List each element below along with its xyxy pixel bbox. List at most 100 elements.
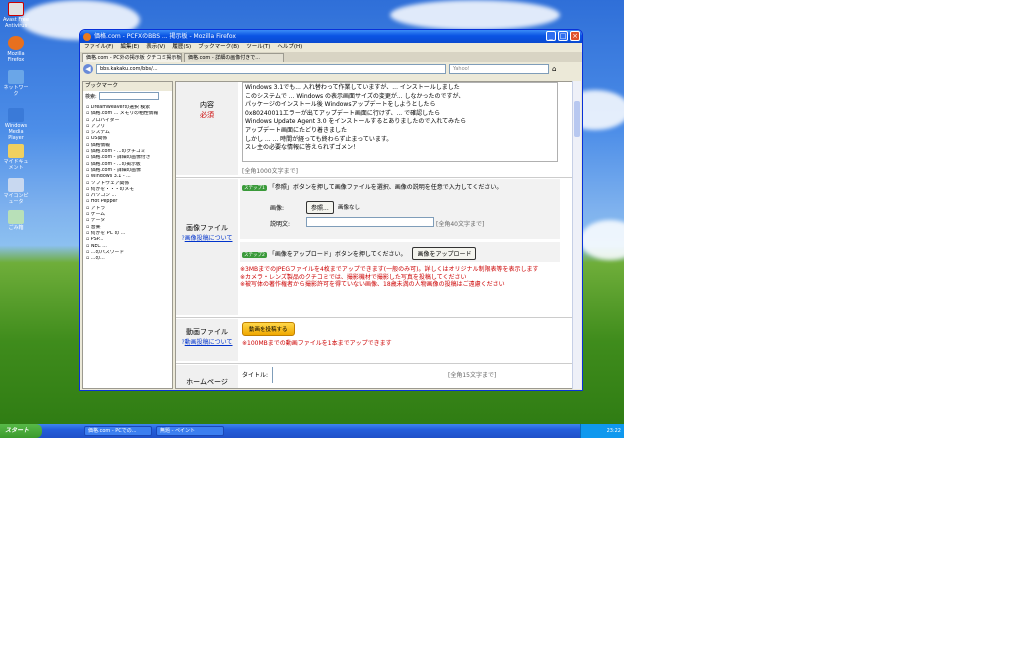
system-tray: 23:22 — [580, 424, 624, 438]
desktop-icon-avast[interactable]: Avast Free Antivirus — [2, 2, 30, 29]
upload-warnings: ※3MBまでのJPEGファイルを4枚までアップできます(一般のみ可)。詳しくはオ… — [240, 266, 562, 289]
browse-button[interactable]: 参照... — [306, 201, 334, 214]
homepage-title-input[interactable] — [272, 367, 448, 383]
desktop-screenshot: Avast Free Antivirus Mozilla Firefox ネット… — [0, 0, 624, 438]
warning-text: ※被写体の著作権者から撮影許可を得ていない画像、18歳未満の人物画像の投稿はご遠… — [240, 281, 505, 288]
menu-history[interactable]: 履歴(S) — [172, 43, 191, 52]
maximize-button[interactable]: □ — [558, 31, 568, 41]
video-note: ※100MBまでの動画ファイルを1本までアップできます — [242, 340, 392, 347]
firefox-icon — [83, 33, 91, 41]
video-help-link[interactable]: 動画投稿について — [185, 339, 233, 346]
menu-view[interactable]: 表示(V) — [146, 43, 165, 52]
close-button[interactable]: × — [570, 31, 580, 41]
desktop-icon-my-documents[interactable]: マイドキュメント — [2, 144, 30, 171]
step2-box: ステップ2 「画像をアップロード」ボタンを押してください。 画像をアップロード — [240, 242, 560, 262]
clock: 23:22 — [606, 428, 621, 434]
sidebar-search: 検索: — [83, 91, 172, 101]
file-status: 画像なし — [338, 205, 361, 211]
desktop-icon-label: Avast Free Antivirus — [3, 17, 29, 29]
content-line: Windows 3.1でも... 入れ替わって作業していますが、... インスト… — [245, 84, 460, 91]
video-upload-button[interactable]: 動画を投稿する — [242, 322, 295, 336]
search-input[interactable]: Yahoo! — [449, 64, 549, 74]
desktop-icon-label: Mozilla Firefox — [7, 51, 25, 63]
homepage-label-cell: ホームページ — [176, 365, 238, 388]
cloud — [580, 220, 624, 260]
start-button[interactable]: スタート — [0, 424, 42, 438]
firefox-window: 価格.com - PCFXのBBS ... 掲示板 - Mozilla Fire… — [79, 29, 583, 391]
video-label: 動画ファイル — [186, 328, 228, 336]
content-line: このシステムで ... Windows の表示画面サイズの変更が... しなかっ… — [245, 92, 465, 100]
taskbar-item-firefox[interactable]: 価格.com - PCでの... — [84, 426, 152, 436]
content-line: アップデート画面にたどり着きました — [245, 126, 348, 134]
row-divider — [176, 317, 572, 318]
desc-input[interactable] — [306, 217, 434, 227]
page-scrollbar[interactable] — [572, 81, 581, 389]
taskbar-item-paint[interactable]: 無題 - ペイント — [156, 426, 224, 436]
image-label-cell: 画像ファイル ?画像投稿について — [176, 179, 238, 315]
desktop-icon-media-player[interactable]: Windows Media Player — [2, 108, 30, 141]
content-line: Windows Update Agent 3.0 をインストールするとありました… — [245, 118, 467, 126]
image-help-link[interactable]: 画像投稿について — [185, 235, 233, 242]
menu-tools[interactable]: ツール(T) — [246, 43, 270, 52]
desc-label: 説明文: — [270, 221, 291, 228]
content-line: スレ主の必要な情報に答えられずゴメン！ — [245, 144, 360, 152]
menubar: ファイル(F) 編集(E) 表示(V) 履歴(S) ブックマーク(B) ツール(… — [80, 43, 582, 52]
sidebar-search-label: 検索: — [85, 93, 97, 100]
minimize-button[interactable]: _ — [546, 31, 556, 41]
back-button[interactable]: ◀ — [83, 64, 93, 74]
row-divider — [176, 177, 572, 178]
desktop-icon-label: ネットワーク — [3, 85, 29, 97]
content-label-cell: 内容 必須 — [176, 82, 238, 175]
tab-inactive[interactable]: 価格.com - 詳細の画像付きで... — [184, 53, 284, 62]
home-icon[interactable]: ⌂ — [552, 65, 556, 73]
content-textarea[interactable]: Windows 3.1でも... 入れ替わって作業していますが、... インスト… — [242, 82, 558, 162]
file-label: 画像: — [270, 205, 285, 212]
menu-edit[interactable]: 編集(E) — [120, 43, 139, 52]
window-title: 価格.com - PCFXのBBS ... 掲示板 - Mozilla Fire… — [94, 33, 236, 40]
step1-badge: ステップ1 — [242, 185, 267, 191]
desktop-icon-label: ごみ箱 — [8, 225, 24, 231]
menu-bookmarks[interactable]: ブックマーク(B) — [198, 43, 239, 52]
desktop-icon-firefox[interactable]: Mozilla Firefox — [2, 36, 30, 63]
desc-counter: [全角40文字まで] — [436, 221, 485, 228]
step1-text: 「参照」ボタンを押して画像ファイルを選択、画像の説明を任意で入力してください。 — [268, 184, 503, 191]
content-counter: [全角1000文字まで] — [242, 168, 298, 175]
firefox-icon — [8, 36, 24, 50]
sidebar-title: ブックマーク — [83, 82, 172, 91]
cloud — [390, 0, 560, 30]
desktop-icon-network[interactable]: ネットワーク — [2, 70, 30, 97]
desktop-icon-label: マイドキュメント — [3, 159, 29, 171]
upload-button[interactable]: 画像をアップロード — [412, 247, 477, 260]
content-line: 0x80240011エラーが出てアップデート画面に行けず、... で確認したら — [245, 109, 441, 117]
navigation-bar: ◀ bbs.kakaku.com/bbs/... Yahoo! ⌂ — [80, 62, 582, 76]
recycle-bin-icon — [8, 210, 24, 224]
image-label: 画像ファイル — [186, 224, 228, 232]
desktop-icon-recycle-bin[interactable]: ごみ箱 — [2, 210, 30, 231]
folder-icon — [8, 144, 24, 158]
sidebar-search-input[interactable] — [98, 92, 159, 100]
post-form: 内容 必須 Windows 3.1でも... 入れ替わって作業していますが、..… — [175, 81, 573, 389]
homepage-title-label: タイトル: — [242, 372, 269, 379]
content-label: 内容 — [200, 101, 214, 109]
taskbar: スタート 価格.com - PCでの... 無題 - ペイント 23:22 — [0, 424, 624, 438]
homepage-counter: [全角15文字まで] — [448, 372, 497, 379]
row-divider — [176, 363, 572, 364]
avast-icon — [8, 2, 24, 16]
bookmark-item[interactable]: ▫ ...の... — [86, 256, 172, 262]
menu-help[interactable]: ヘルプ(H) — [277, 43, 302, 52]
bookmark-tree: ▫ Dreamweaverの選択 検索 ▫ 価格.com ... メモリの相性情報… — [83, 101, 172, 262]
url-bar[interactable]: bbs.kakaku.com/bbs/... — [96, 64, 446, 74]
desktop-icon-my-computer[interactable]: マイコンピュータ — [2, 178, 30, 205]
step2-badge: ステップ2 — [242, 252, 267, 258]
warning-text: ※カメラ・レンズ製品のクチコミでは、撮影機材で撮影した写真を投稿してください — [240, 273, 467, 281]
computer-icon — [8, 178, 24, 192]
desktop-icon-label: マイコンピュータ — [3, 193, 29, 205]
window-titlebar[interactable]: 価格.com - PCFXのBBS ... 掲示板 - Mozilla Fire… — [80, 30, 582, 43]
desktop-icon-label: Windows Media Player — [4, 123, 28, 141]
tab-bar: 価格.com - PC外の掲示板 クチコミ掲示板 × 価格.com - 詳細の画… — [80, 52, 582, 62]
menu-file[interactable]: ファイル(F) — [84, 43, 113, 52]
tab-active[interactable]: 価格.com - PC外の掲示板 クチコミ掲示板 × — [82, 53, 182, 62]
step1-box: ステップ1 「参照」ボタンを押して画像ファイルを選択、画像の説明を任意で入力してく… — [240, 179, 560, 239]
scrollbar-thumb[interactable] — [574, 101, 580, 137]
homepage-label: ホームページ — [186, 378, 228, 386]
